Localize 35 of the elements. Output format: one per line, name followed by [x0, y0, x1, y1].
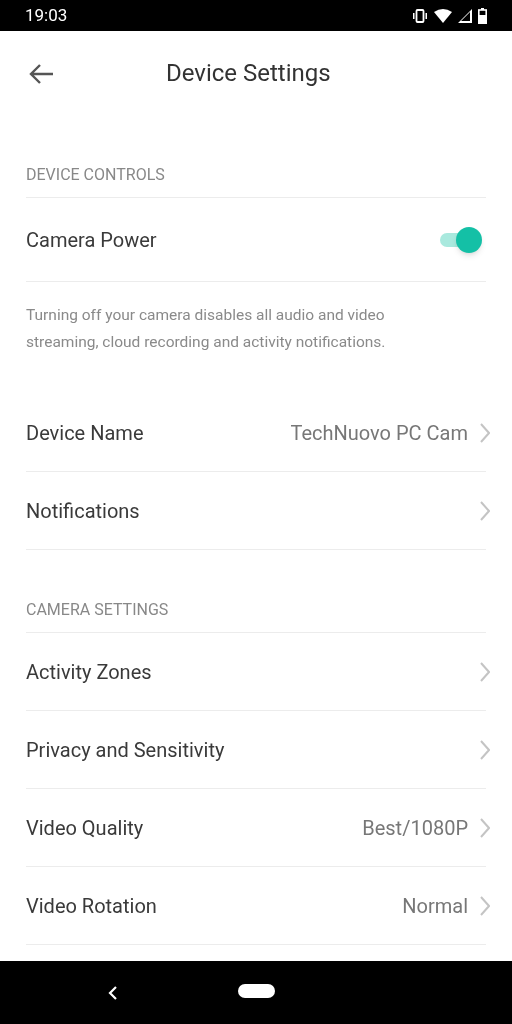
setting-value: Best/1080P — [362, 814, 468, 842]
setting-label: Video Quality — [26, 814, 145, 842]
description-text: Turning off your camera disables all audio and video streaming, cloud recording and activity notifications. — [26, 305, 387, 353]
setting-value: TechNuovo PC Cam — [290, 419, 468, 447]
chevron-right-icon — [480, 739, 490, 760]
power-toggle[interactable] — [438, 226, 482, 253]
setting-label: Activity Zones — [26, 658, 153, 686]
setting-label: Device Name — [26, 419, 145, 447]
chevron-right-icon — [480, 817, 490, 838]
settings-row[interactable]: Activity Zones — [26, 633, 486, 711]
settings-row[interactable]: Notifications — [26, 472, 486, 550]
chevron-right-icon — [480, 895, 490, 916]
back-arrow-icon — [28, 63, 54, 85]
nav-back-icon[interactable] — [108, 986, 118, 1000]
setting-label: Privacy and Sensitivity — [26, 736, 226, 764]
vibrate-icon — [412, 8, 428, 23]
setting-label: Camera Power — [26, 226, 157, 254]
settings-row[interactable]: Privacy and Sensitivity — [26, 711, 486, 789]
section-header: DEVICE CONTROLS — [26, 164, 166, 186]
chevron-right-icon — [480, 661, 490, 682]
status-time: 19:03 — [25, 3, 68, 27]
chevron-right-icon — [480, 500, 490, 521]
setting-label: Video Rotation — [26, 892, 158, 920]
setting-value: Normal — [402, 892, 468, 920]
chevron-right-icon — [480, 422, 490, 443]
setting-label: Notifications — [26, 497, 141, 525]
home-pill[interactable] — [238, 984, 275, 998]
page-title: Device Settings — [166, 58, 331, 89]
signal-icon — [458, 8, 472, 23]
settings-row[interactable]: Device Name TechNuovo PC Cam — [26, 394, 486, 472]
wifi-icon — [434, 8, 452, 23]
settings-row[interactable]: Video Rotation Normal — [26, 867, 486, 945]
section-header: CAMERA SETTINGS — [26, 599, 170, 621]
battery-icon — [478, 7, 487, 24]
settings-row[interactable]: Video Quality Best/1080P — [26, 789, 486, 867]
